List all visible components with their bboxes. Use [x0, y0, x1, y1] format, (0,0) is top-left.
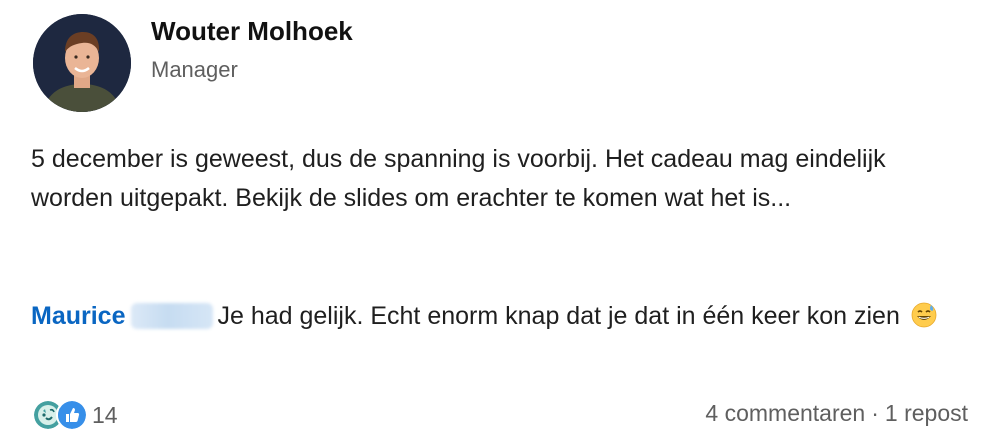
- mention-link[interactable]: Maurice: [31, 302, 125, 330]
- author-avatar[interactable]: [33, 14, 131, 112]
- reposts-link[interactable]: 1 repost: [885, 400, 968, 426]
- reply-message: Je had gelijk. Echt enorm knap dat je da…: [217, 302, 900, 330]
- author-role: Manager: [151, 57, 238, 82]
- grinning-sweat-emoji: [911, 302, 937, 328]
- author-name[interactable]: Wouter Molhoek: [151, 16, 353, 47]
- reactions-summary[interactable]: 14: [32, 398, 118, 432]
- post-card: Wouter Molhoek Manager 5 december is gew…: [0, 0, 998, 447]
- post-text-content: 5 december is geweest, dus de spanning i…: [31, 145, 886, 212]
- blurred-surname: [131, 303, 214, 329]
- reply-text: Maurice Je had gelijk. Echt enorm knap da…: [31, 297, 966, 336]
- reaction-count: 14: [92, 401, 118, 428]
- post-text: 5 december is geweest, dus de spanning i…: [31, 140, 961, 218]
- stats-separator: ·: [871, 400, 879, 426]
- like-icon: [56, 399, 88, 431]
- post-footer: 14 4 commentaren · 1 repost: [32, 398, 968, 432]
- avatar-photo: [33, 14, 131, 112]
- post-stats: 4 commentaren · 1 repost: [705, 400, 968, 427]
- comments-link[interactable]: 4 commentaren: [705, 400, 865, 426]
